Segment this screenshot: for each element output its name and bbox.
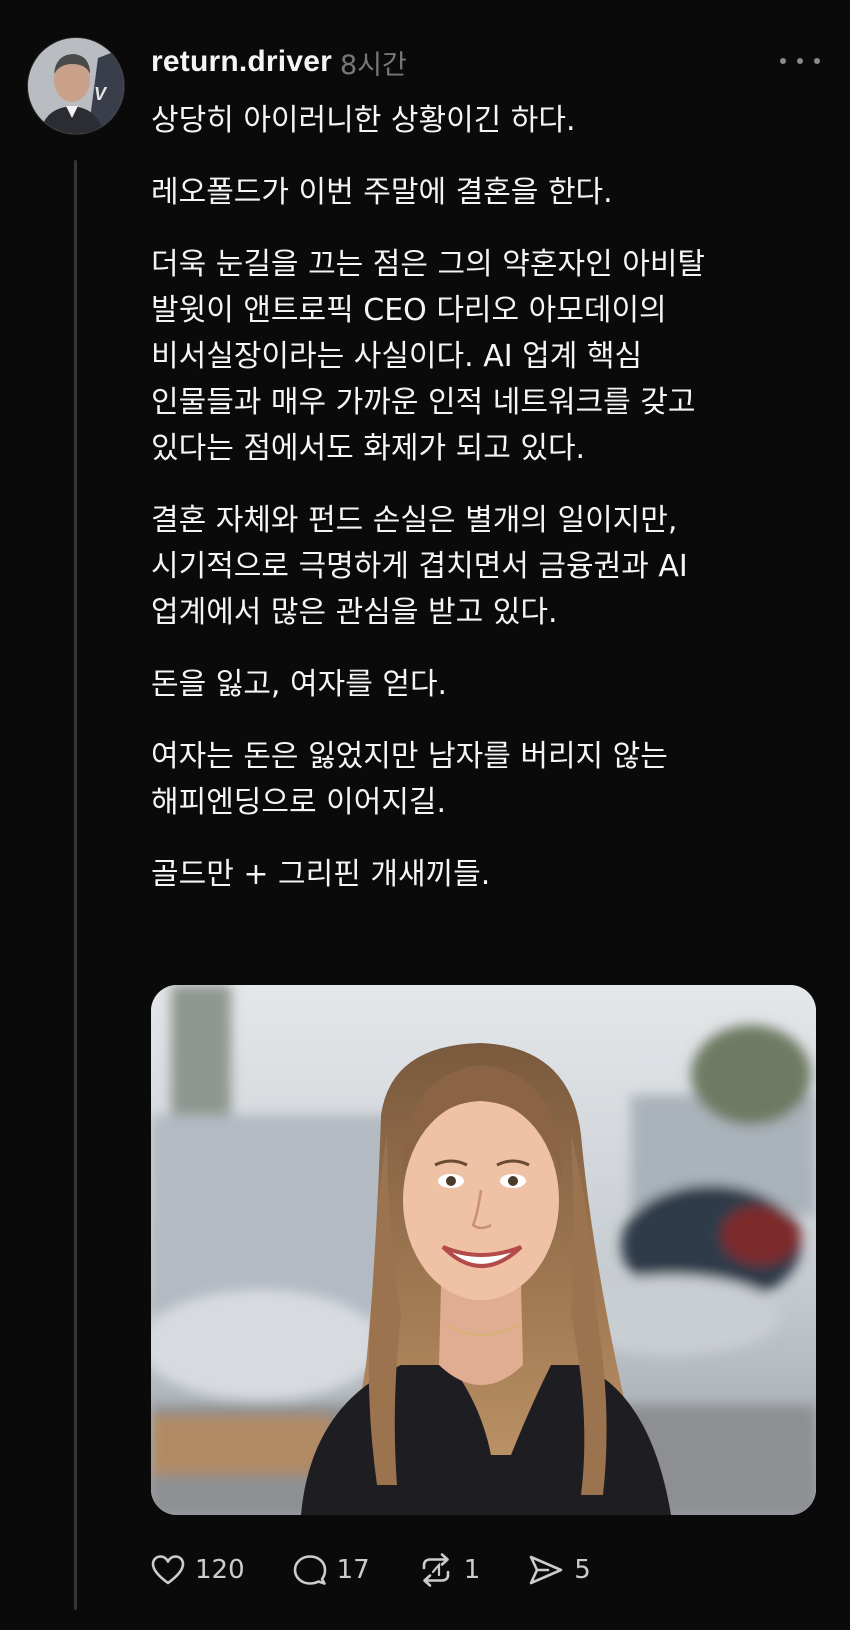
post-paragraph: 더욱 눈길을 끄는 점은 그의 약혼자인 아비탈 발윗이 앤트로픽 CEO 다리… xyxy=(151,247,706,466)
photo-illustration xyxy=(151,985,816,1515)
post-paragraph: 골드만 + 그리핀 개새끼들. xyxy=(151,857,491,892)
svg-text:V: V xyxy=(94,84,108,104)
post-body: 상당히 아이러니한 상황이긴 하다. 레오폴드가 이번 주말에 결혼을 한다. … xyxy=(151,98,821,924)
thread-post: V return.driver 8시간 상당히 아이러니한 상황이긴 하다. 레… xyxy=(0,0,850,1630)
action-bar: 120 17 1 5 xyxy=(151,1545,639,1595)
post-time: 8시간 xyxy=(340,49,407,81)
share-button[interactable]: 5 xyxy=(528,1554,591,1586)
post-paragraph: 여자는 돈은 잃었지만 남자를 버리지 않는 해피엔딩으로 이어지길. xyxy=(151,739,668,820)
thread-line xyxy=(74,160,77,1610)
like-count: 120 xyxy=(195,1555,245,1585)
post-image[interactable] xyxy=(151,985,816,1515)
send-icon xyxy=(529,1555,563,1585)
repost-button[interactable]: 1 xyxy=(418,1553,481,1587)
post-paragraph: 레오폴드가 이번 주말에 결혼을 한다. xyxy=(151,175,613,210)
avatar-image: V xyxy=(28,38,124,134)
post-paragraph: 돈을 잃고, 여자를 얻다. xyxy=(151,667,448,702)
post-header: return.driver 8시간 xyxy=(151,40,407,84)
repost-count: 1 xyxy=(463,1555,481,1585)
more-dot xyxy=(780,58,786,64)
more-dot xyxy=(797,58,803,64)
avatar[interactable]: V xyxy=(27,37,125,135)
like-button[interactable]: 120 xyxy=(151,1554,245,1586)
post-paragraph: 결혼 자체와 펀드 손실은 별개의 일이지만, 시기적으로 극명하게 겹치면서 … xyxy=(151,503,688,630)
repost-icon xyxy=(422,1553,450,1587)
reply-button[interactable]: 17 xyxy=(293,1554,370,1586)
username[interactable]: return.driver xyxy=(151,45,332,79)
post-paragraph: 상당히 아이러니한 상황이긴 하다. xyxy=(151,103,576,138)
more-dot xyxy=(814,58,820,64)
reply-count: 17 xyxy=(336,1555,370,1585)
share-count: 5 xyxy=(574,1555,591,1585)
heart-icon xyxy=(151,1555,185,1585)
more-horizontal-icon[interactable] xyxy=(780,46,820,76)
speech-bubble-icon xyxy=(293,1555,326,1585)
